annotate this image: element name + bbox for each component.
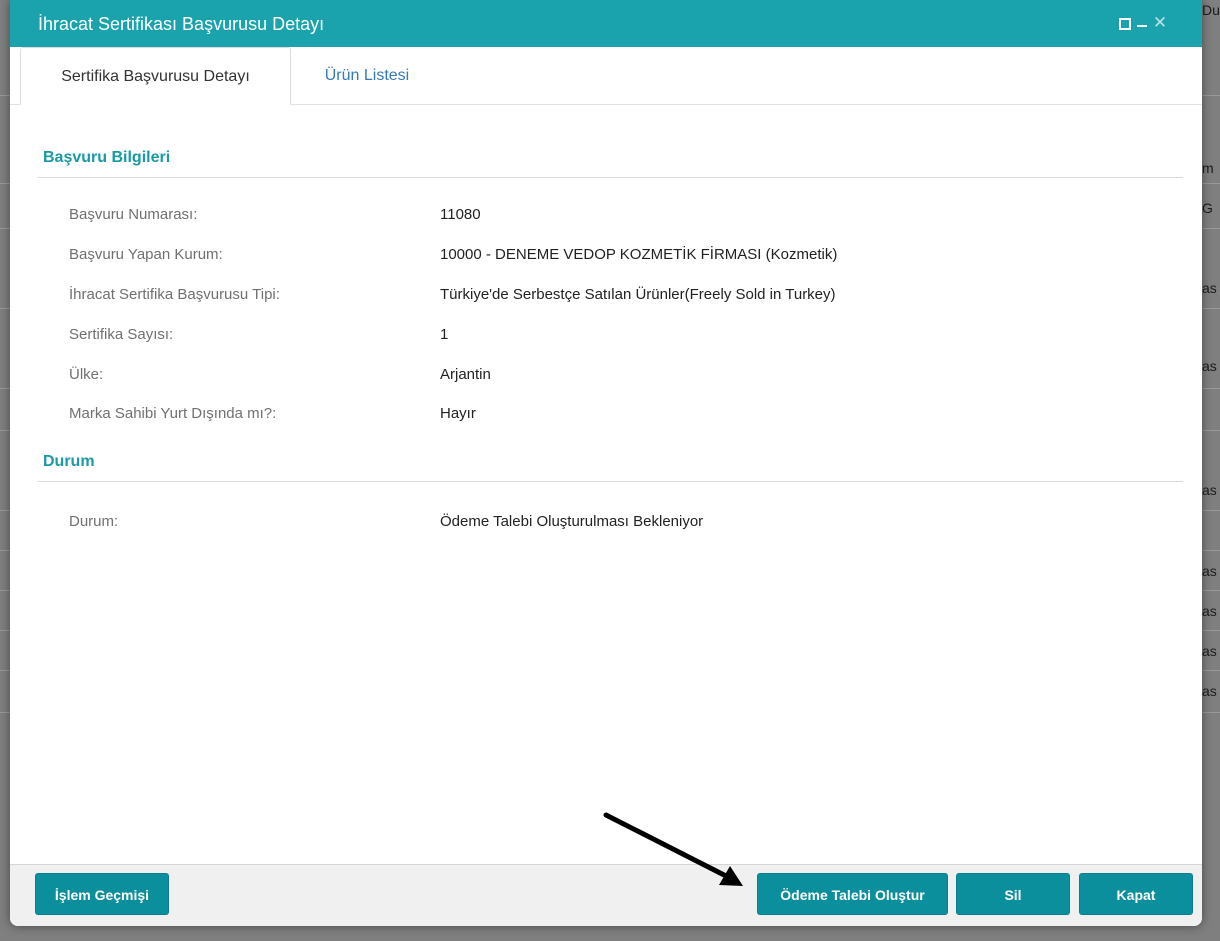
create-payment-request-button[interactable]: Ödeme Talebi Oluştur <box>757 873 948 915</box>
tab-bar: Sertifika Başvurusu Detayı Ürün Listesi <box>10 47 1202 105</box>
background-text: as <box>1202 643 1217 659</box>
application-info-title: Başvuru Bilgileri <box>43 149 171 166</box>
background-text: as <box>1202 358 1217 374</box>
transaction-history-button[interactable]: İşlem Geçmişi <box>35 873 169 915</box>
background-text: m <box>1202 160 1214 176</box>
background-text: as <box>1202 603 1217 619</box>
application-type-label: İhracat Sertifika Başvurusu Tipi: <box>69 286 280 303</box>
background-text: G <box>1202 200 1213 216</box>
close-icon[interactable]: ✕ <box>1152 14 1168 32</box>
section-divider <box>38 177 1183 178</box>
tab-product-list[interactable]: Ürün Listesi <box>302 47 432 104</box>
country-value: Arjantin <box>440 366 491 383</box>
section-divider <box>38 481 1183 482</box>
background-text: Du <box>1202 2 1220 18</box>
certificate-count-label: Sertifika Sayısı: <box>69 326 174 343</box>
delete-button[interactable]: Sil <box>956 873 1070 915</box>
status-section-title: Durum <box>43 453 95 470</box>
applicant-institution-value: 10000 - DENEME VEDOP KOZMETİK FİRMASI (K… <box>440 246 838 263</box>
background-text: as <box>1202 563 1217 579</box>
status-value: Ödeme Talebi Oluşturulması Bekleniyor <box>440 513 704 530</box>
application-detail-dialog: İhracat Sertifikası Başvurusu Detayı ✕ S… <box>10 0 1202 926</box>
applicant-institution-label: Başvuru Yapan Kurum: <box>69 246 223 263</box>
application-type-value: Türkiye'de Serbestçe Satılan Ürünler(Fre… <box>440 286 836 303</box>
dialog-title: İhracat Sertifikası Başvurusu Detayı <box>38 14 325 34</box>
background-text: as <box>1202 482 1217 498</box>
annotation-arrow-icon <box>603 812 743 886</box>
close-button[interactable]: Kapat <box>1079 873 1193 915</box>
application-number-label: Başvuru Numarası: <box>69 206 198 223</box>
certificate-count-value: 1 <box>440 326 449 343</box>
background-text: as <box>1202 280 1217 296</box>
tab-certificate-application-detail[interactable]: Sertifika Başvurusu Detayı <box>20 47 291 105</box>
dialog-titlebar[interactable]: İhracat Sertifikası Başvurusu Detayı ✕ <box>10 0 1202 47</box>
brand-owner-abroad-value: Hayır <box>440 405 476 422</box>
country-label: Ülke: <box>69 366 104 383</box>
application-number-value: 11080 <box>440 206 481 223</box>
background-text: as <box>1202 683 1217 699</box>
status-label: Durum: <box>69 513 119 530</box>
minimize-icon[interactable] <box>1134 14 1150 32</box>
brand-owner-abroad-label: Marka Sahibi Yurt Dışında mı?: <box>69 405 277 422</box>
maximize-icon[interactable] <box>1116 14 1132 32</box>
